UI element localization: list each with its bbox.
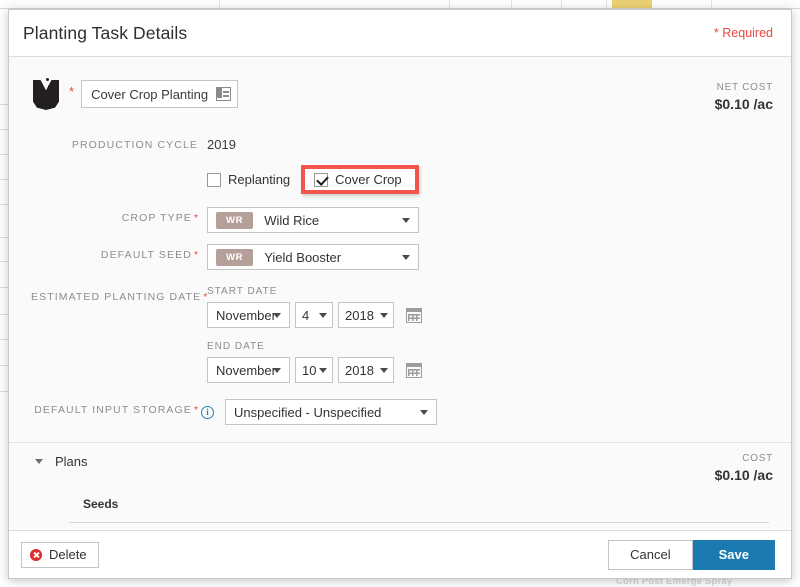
plans-cost-block: COST $0.10 /ac (715, 453, 773, 483)
default-seed-value: Yield Booster (264, 249, 342, 265)
production-cycle-value: 2019 (207, 137, 236, 152)
replanting-checkbox[interactable] (207, 172, 221, 187)
cancel-button[interactable]: Cancel (608, 539, 693, 570)
delete-button-label: Delete (49, 547, 87, 562)
crop-type-select[interactable]: WR Wild Rice (207, 207, 419, 233)
task-name-field[interactable] (81, 80, 239, 108)
chevron-down-icon[interactable] (319, 368, 327, 373)
chevron-down-icon[interactable] (35, 459, 43, 464)
chevron-down-icon[interactable] (402, 255, 410, 260)
end-date-day-value: 10 (302, 362, 317, 378)
planting-date-label: ESTIMATED PLANTING DATE * (31, 291, 208, 303)
required-note: * Required (713, 26, 773, 40)
net-cost-block: NET COST $0.10 /ac (715, 76, 773, 112)
crop-type-label: CROP TYPE * (121, 212, 198, 224)
dialog-body: * NET COST $0.10 /ac PRODUCTION CYCLE 20… (9, 57, 791, 530)
end-date-group: November 10 2018 (207, 357, 791, 383)
net-cost-label: NET COST (716, 82, 773, 93)
default-input-storage-row: DEFAULT INPUT STORAGE * i Unspecified - U… (9, 399, 791, 425)
end-date-month-value: November (216, 362, 276, 378)
start-date-month-value: November (216, 307, 276, 323)
crop-type-value: Wild Rice (264, 212, 320, 228)
task-name-input[interactable] (91, 86, 210, 102)
start-date-day-select[interactable]: 4 (295, 302, 333, 328)
plans-cost-label: COST (742, 453, 773, 464)
save-button[interactable]: Save (692, 539, 775, 570)
chevron-down-icon[interactable] (420, 410, 428, 415)
end-date-day-select[interactable]: 10 (295, 357, 333, 383)
calendar-icon[interactable] (406, 362, 422, 378)
planting-task-details-dialog: Planting Task Details * Required * NET C… (8, 9, 792, 579)
dialog-footer: Delete Cancel Save (9, 530, 791, 578)
replanting-checkbox-item[interactable]: Replanting (207, 172, 290, 187)
replanting-label: Replanting (228, 172, 291, 187)
default-seed-label: DEFAULT SEED * (100, 249, 198, 261)
end-date-label: END DATE (207, 341, 265, 352)
plans-cost-value: $0.10 /ac (714, 467, 773, 483)
start-date-day-value: 4 (302, 307, 310, 323)
cover-crop-highlight: Cover Crop (301, 165, 419, 194)
net-cost-value: $0.10 /ac (714, 96, 773, 112)
page-title: Planting Task Details (23, 22, 188, 43)
chevron-down-icon[interactable] (402, 218, 410, 223)
start-date-year-value: 2018 (345, 307, 374, 323)
cover-crop-label: Cover Crop (335, 172, 402, 187)
start-date-month-select[interactable]: November (207, 302, 290, 328)
task-name-row: * NET COST $0.10 /ac (9, 57, 791, 112)
calendar-icon[interactable] (406, 307, 422, 323)
dialog-header: Planting Task Details * Required (9, 10, 791, 57)
start-date-label: START DATE (207, 286, 278, 297)
grid-layout-icon[interactable] (216, 87, 232, 101)
info-icon[interactable]: i (201, 405, 214, 419)
default-input-storage-select[interactable]: Unspecified - Unspecified (225, 399, 437, 425)
task-name-required-star: * (69, 84, 75, 99)
plans-table-header: INPUT NAME MANUFACTURER / MATURITY RATE … (69, 523, 769, 530)
tab-seeds[interactable]: Seeds (69, 497, 118, 511)
plans-section-header[interactable]: Plans COST $0.10 /ac (9, 442, 791, 483)
end-date-month-select[interactable]: November (207, 357, 290, 383)
start-date-group: November 4 2018 (207, 302, 791, 328)
planting-date-row: ESTIMATED PLANTING DATE * START DATE Nove… (9, 286, 791, 383)
chevron-down-icon[interactable] (273, 368, 281, 373)
start-date-year-select[interactable]: 2018 (338, 302, 394, 328)
delete-circle-icon (30, 548, 42, 561)
production-cycle-label: PRODUCTION CYCLE (71, 139, 198, 151)
production-cycle-row: PRODUCTION CYCLE 2019 (9, 134, 791, 152)
plans-tabs: Seeds (69, 495, 769, 523)
delete-button[interactable]: Delete (21, 541, 99, 568)
end-date-year-select[interactable]: 2018 (338, 357, 394, 383)
default-seed-row: DEFAULT SEED * WR Yield Booster (9, 244, 791, 270)
chevron-down-icon[interactable] (380, 313, 388, 318)
planting-seed-icon (31, 78, 61, 112)
chevron-down-icon[interactable] (273, 313, 281, 318)
cover-crop-checkbox[interactable] (314, 172, 329, 187)
default-seed-select[interactable]: WR Yield Booster (207, 244, 419, 270)
end-date-year-value: 2018 (345, 362, 374, 378)
background-table-strip (0, 0, 800, 9)
chevron-down-icon[interactable] (319, 313, 327, 318)
task-flags-row: Replanting Cover Crop (9, 165, 791, 194)
crop-type-row: CROP TYPE * WR Wild Rice (9, 207, 791, 233)
default-input-storage-value: Unspecified - Unspecified (234, 404, 382, 420)
crop-type-badge: WR (216, 211, 254, 229)
default-seed-badge: WR (216, 248, 254, 266)
default-input-storage-label: DEFAULT INPUT STORAGE * (34, 404, 198, 416)
chevron-down-icon[interactable] (380, 368, 388, 373)
cover-crop-checkbox-item[interactable]: Cover Crop (314, 172, 402, 187)
plans-title: Plans (55, 454, 88, 469)
